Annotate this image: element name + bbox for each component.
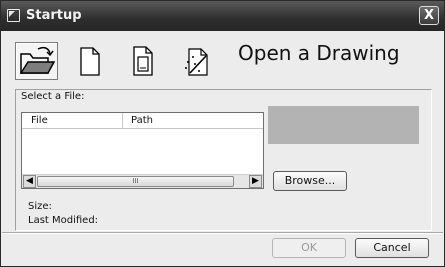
- browse-button[interactable]: Browse...: [273, 171, 347, 191]
- file-list[interactable]: File Path ◀ III ▶: [21, 112, 264, 189]
- use-wizard-button[interactable]: [177, 42, 220, 80]
- horizontal-scrollbar[interactable]: ◀ III ▶: [22, 174, 263, 188]
- column-header-file[interactable]: File: [22, 113, 123, 129]
- scroll-thumb[interactable]: III: [37, 176, 234, 187]
- select-file-label: Select a File:: [21, 91, 85, 102]
- scroll-left-icon[interactable]: ◀: [23, 175, 36, 188]
- app-icon: [7, 9, 20, 22]
- close-button[interactable]: X: [419, 6, 439, 25]
- use-template-button[interactable]: [121, 42, 164, 80]
- new-drawing-icon: [80, 47, 100, 76]
- size-label: Size:: [28, 201, 52, 212]
- open-folder-icon: [19, 46, 56, 74]
- column-header-path[interactable]: Path: [123, 113, 263, 129]
- footer-divider: [2, 232, 443, 234]
- scroll-right-icon[interactable]: ▶: [249, 175, 262, 188]
- title-bar[interactable]: Startup X: [1, 1, 444, 31]
- open-drawing-button[interactable]: [15, 42, 58, 80]
- last-modified-label: Last Modified:: [28, 215, 99, 226]
- page-heading: Open a Drawing: [238, 41, 400, 65]
- wizard-icon: [185, 48, 208, 76]
- start-from-scratch-button[interactable]: [68, 42, 111, 80]
- template-icon: [133, 46, 153, 76]
- cancel-button[interactable]: Cancel: [355, 238, 429, 258]
- startup-dialog: Startup X Open a Drawing Select a File: …: [0, 0, 445, 267]
- ok-button[interactable]: OK: [272, 238, 346, 258]
- window-title: Startup: [26, 8, 82, 23]
- preview-area: [268, 106, 419, 144]
